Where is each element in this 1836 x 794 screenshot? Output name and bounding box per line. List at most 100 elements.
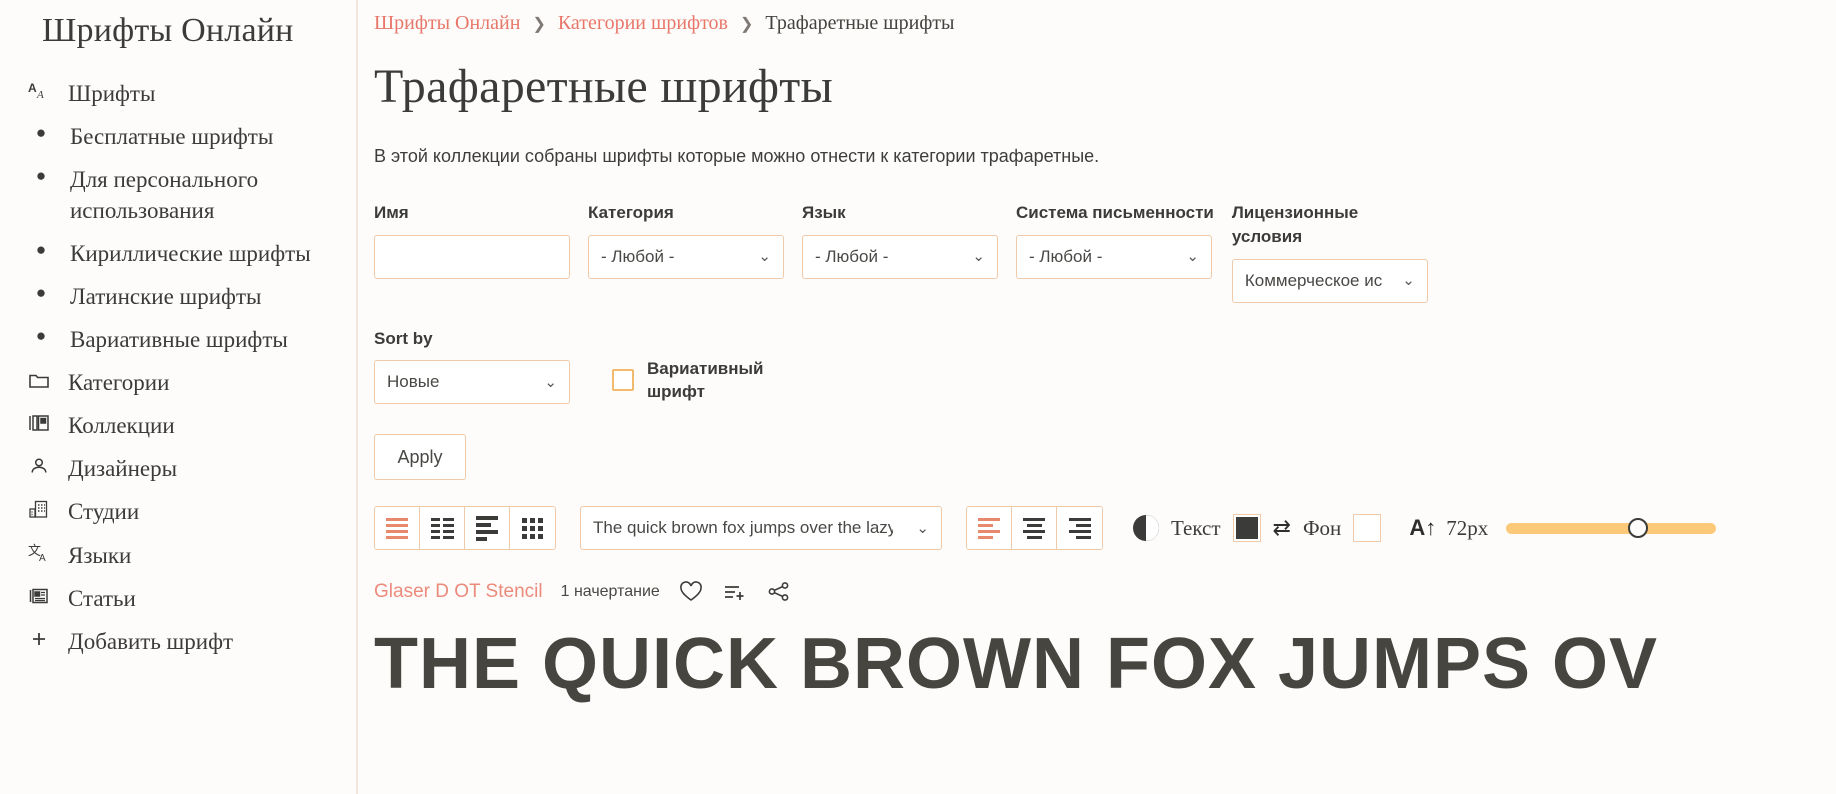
person-icon bbox=[24, 453, 54, 476]
align-center-icon[interactable] bbox=[1012, 507, 1057, 550]
font-name-link[interactable]: Glaser D OT Stencil bbox=[374, 581, 543, 603]
sidebar-item-free-fonts[interactable]: ● Бесплатные шрифты bbox=[0, 115, 356, 158]
font-styles-count: 1 начертание bbox=[560, 582, 660, 600]
chevron-down-icon: ⌄ bbox=[1186, 248, 1199, 266]
language-select-value: - Любой - bbox=[815, 246, 889, 266]
bullet-icon: ● bbox=[35, 240, 47, 260]
sidebar-item-label: Дизайнеры bbox=[68, 456, 178, 482]
font-size-label: 72px bbox=[1446, 515, 1489, 540]
bullet-icon: ● bbox=[35, 166, 47, 186]
sidebar-item-label: Латинские шрифты bbox=[70, 284, 262, 310]
tile-view-icon[interactable] bbox=[510, 507, 555, 550]
align-left-icon[interactable] bbox=[967, 507, 1012, 550]
page-title: Трафаретные шрифты bbox=[374, 60, 834, 113]
sidebar-item-label: Добавить шрифт bbox=[68, 628, 234, 654]
sidebar-item-label: Вариативные шрифты bbox=[70, 327, 288, 353]
font-size-slider[interactable] bbox=[1506, 518, 1717, 539]
chevron-right-icon: ❯ bbox=[740, 15, 754, 33]
sidebar-item-cyrillic-fonts[interactable]: ● Кириллические шрифты bbox=[0, 232, 356, 275]
category-select[interactable]: - Любой - ⌄ bbox=[588, 234, 784, 279]
sidebar-item-label: Бесплатные шрифты bbox=[70, 124, 274, 150]
sidebar-item-label: Студии bbox=[68, 499, 140, 525]
app-root: Шрифты Онлайн A A Шрифты ● Бесплатные шр… bbox=[0, 0, 1836, 794]
sidebar-item-studios[interactable]: Студии bbox=[0, 490, 356, 533]
filter-category: Категория - Любой - ⌄ bbox=[588, 201, 784, 279]
sidebar-item-label: Для персонального использования bbox=[70, 167, 259, 224]
plus-icon bbox=[24, 626, 54, 649]
sidebar-item-add-font[interactable]: Добавить шрифт bbox=[0, 620, 356, 663]
filter-script: Система письменности - Любой - ⌄ bbox=[1016, 201, 1214, 279]
apply-button[interactable]: Apply bbox=[374, 434, 466, 481]
bullet-icon: ● bbox=[35, 283, 47, 303]
sidebar-item-languages[interactable]: 文 A Языки bbox=[0, 534, 356, 577]
heart-icon[interactable] bbox=[678, 580, 704, 603]
script-select[interactable]: - Любой - ⌄ bbox=[1016, 234, 1212, 279]
filter-name-label: Имя bbox=[374, 203, 409, 222]
sort-select[interactable]: Новые ⌄ bbox=[374, 360, 570, 405]
building-icon bbox=[24, 496, 54, 519]
article-icon bbox=[24, 583, 54, 606]
filter-license: Лицензионные условия Коммерческое ис ⌄ bbox=[1231, 201, 1428, 303]
grid-list-view-icon[interactable] bbox=[420, 507, 465, 550]
align-right-icon[interactable] bbox=[1057, 507, 1102, 550]
list-view-icon[interactable] bbox=[375, 507, 420, 550]
collections-icon bbox=[24, 410, 54, 433]
filter-script-label: Система письменности bbox=[1016, 203, 1214, 222]
sidebar-item-personal-use[interactable]: ● Для персонального использования bbox=[0, 158, 356, 232]
compact-view-icon[interactable] bbox=[465, 507, 510, 550]
variable-font-checkbox[interactable] bbox=[612, 368, 634, 391]
sidebar-item-designers[interactable]: Дизайнеры bbox=[0, 447, 356, 490]
contrast-icon[interactable] bbox=[1133, 515, 1159, 542]
sidebar-item-latin-fonts[interactable]: ● Латинские шрифты bbox=[0, 275, 356, 318]
preview-text-select[interactable]: The quick brown fox jumps over the lazy … bbox=[580, 506, 942, 551]
chevron-down-icon: ⌄ bbox=[758, 248, 771, 266]
sidebar: Шрифты Онлайн A A Шрифты ● Бесплатные шр… bbox=[0, 0, 358, 794]
swap-colors-icon[interactable]: ⇄ bbox=[1273, 517, 1291, 539]
category-select-value: - Любой - bbox=[601, 246, 675, 266]
sidebar-nav: A A Шрифты ● Бесплатные шрифты ● Для пер… bbox=[0, 72, 356, 663]
sidebar-item-categories[interactable]: Категории bbox=[0, 361, 356, 404]
chevron-down-icon: ⌄ bbox=[1402, 272, 1415, 290]
name-input[interactable] bbox=[374, 234, 570, 279]
variable-font-filter[interactable]: Вариативный шрифт bbox=[612, 327, 777, 405]
preview-text-value: The quick brown fox jumps over the lazy … bbox=[593, 518, 893, 538]
filter-category-label: Категория bbox=[588, 203, 674, 222]
svg-text:A: A bbox=[28, 81, 37, 95]
text-color-swatch[interactable] bbox=[1232, 514, 1261, 543]
font-size-controls: A↑ 72px bbox=[1409, 515, 1717, 541]
font-size-slider-knob[interactable] bbox=[1628, 518, 1649, 539]
view-mode-group bbox=[374, 506, 556, 551]
breadcrumb-parent[interactable]: Категории шрифтов bbox=[558, 12, 728, 35]
sidebar-item-fonts[interactable]: A A Шрифты bbox=[0, 72, 356, 115]
font-size-icon: A↑ bbox=[1409, 515, 1437, 541]
license-select-value: Коммерческое ис bbox=[1244, 270, 1383, 290]
add-to-list-icon[interactable] bbox=[722, 580, 748, 603]
license-select[interactable]: Коммерческое ис ⌄ bbox=[1231, 258, 1428, 303]
chevron-down-icon: ⌄ bbox=[972, 248, 985, 266]
filters-row-secondary: Sort by Новые ⌄ Вариативный шрифт bbox=[374, 327, 1836, 405]
svg-text:A: A bbox=[39, 553, 46, 563]
filter-sort: Sort by Новые ⌄ bbox=[374, 327, 570, 405]
sidebar-item-variable-fonts[interactable]: ● Вариативные шрифты bbox=[0, 318, 356, 361]
font-preview-text: THE QUICK BROWN FOX JUMPS OV bbox=[374, 625, 1659, 705]
chevron-down-icon: ⌄ bbox=[916, 519, 929, 537]
sidebar-item-label: Языки bbox=[68, 542, 132, 568]
font-list-item-header: Glaser D OT Stencil 1 начертание bbox=[374, 580, 1836, 603]
sort-select-value: Новые bbox=[387, 372, 440, 392]
background-color-swatch[interactable] bbox=[1353, 514, 1382, 543]
bullet-icon: ● bbox=[35, 326, 47, 346]
breadcrumb-home[interactable]: Шрифты Онлайн bbox=[374, 12, 520, 35]
share-icon[interactable] bbox=[766, 580, 792, 603]
language-select[interactable]: - Любой - ⌄ bbox=[802, 234, 998, 279]
filters-row-primary: Имя Категория - Любой - ⌄ Язык - Любой -… bbox=[374, 201, 1836, 303]
variable-font-label: Вариативный шрифт bbox=[647, 358, 764, 402]
bullet-icon: ● bbox=[35, 123, 47, 143]
sidebar-item-collections[interactable]: Коллекции bbox=[0, 404, 356, 447]
filter-sort-label: Sort by bbox=[374, 328, 433, 348]
breadcrumb-current: Трафаретные шрифты bbox=[765, 12, 955, 34]
sidebar-item-articles[interactable]: Статьи bbox=[0, 577, 356, 620]
page-description: В этой коллекции собраны шрифты которые … bbox=[374, 146, 1100, 166]
text-color-label: Текст bbox=[1171, 515, 1221, 540]
filter-language-label: Язык bbox=[802, 203, 846, 222]
svg-text:A: A bbox=[36, 89, 44, 101]
